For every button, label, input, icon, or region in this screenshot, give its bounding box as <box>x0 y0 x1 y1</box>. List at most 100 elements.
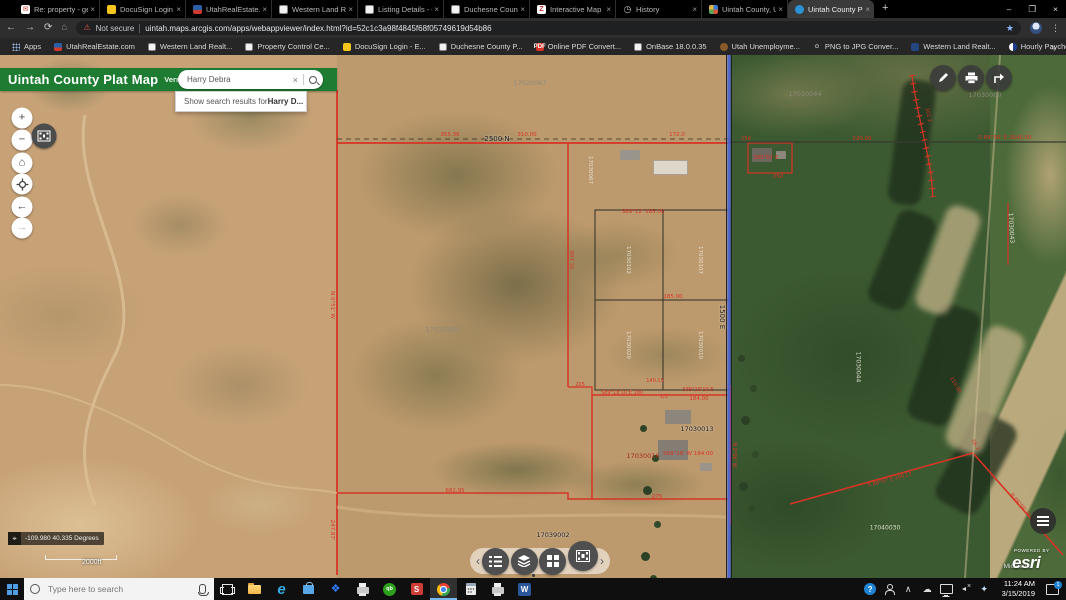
home-extent-button[interactable]: ⌂ <box>12 153 33 174</box>
previous-extent-button[interactable]: ← <box>12 197 33 218</box>
search-clear-icon[interactable]: × <box>293 75 298 85</box>
bookmark-item[interactable]: Property Control Ce... <box>245 42 330 51</box>
action-center-button[interactable]: 1 <box>1043 578 1062 600</box>
fax-printer-taskbar-icon[interactable] <box>484 578 511 600</box>
bookmark-star-icon[interactable]: ★ <box>1006 23 1014 34</box>
chrome-taskbar-icon[interactable] <box>430 578 457 600</box>
tab-close-icon[interactable]: × <box>176 5 181 14</box>
bookmark-item[interactable]: Apps <box>12 42 41 51</box>
home-icon[interactable]: ⌂ <box>61 23 67 33</box>
taskbar-search-input[interactable] <box>46 583 193 595</box>
zoom-out-button[interactable]: − <box>12 130 33 151</box>
reload-icon[interactable]: ⟳ <box>44 23 52 33</box>
layer-list-button[interactable] <box>511 548 538 575</box>
tab-close-icon[interactable]: × <box>90 5 95 14</box>
help-tray-icon[interactable]: ? <box>861 578 880 600</box>
bookmark-item[interactable]: Western Land Realt... <box>148 42 232 51</box>
map-viewport[interactable]: 1702006717010044170300002500 N355.36310.… <box>0 55 1066 578</box>
zoom-in-button[interactable]: + <box>12 108 33 129</box>
bookmark-item[interactable]: Hourly Paycheck Ca... <box>1009 42 1066 51</box>
url-text[interactable]: uintah.maps.arcgis.com/apps/webappviewer… <box>145 24 1001 33</box>
volume-muted-tray-icon[interactable] <box>956 578 975 600</box>
new-tab-button[interactable]: + <box>882 2 888 18</box>
map-label: 1500 E <box>718 305 726 329</box>
basemap-film-button[interactable] <box>568 541 598 571</box>
bookmark-item[interactable]: UtahRealEstate.com <box>54 42 135 51</box>
bookmark-item[interactable]: ✿PNG to JPG Conver... <box>813 42 898 51</box>
draw-button[interactable] <box>930 65 956 91</box>
carousel-left-icon[interactable]: ‹ <box>476 555 480 567</box>
search-suggestion[interactable]: Show search results for Harry D... <box>175 91 307 112</box>
bookmark-item[interactable]: Western Land Realt... <box>911 42 995 51</box>
address-bar[interactable]: ⚠ Not secure uintah.maps.arcgis.com/apps… <box>76 21 1021 35</box>
microphone-icon[interactable] <box>199 584 206 594</box>
browser-tab[interactable]: Duchesne County P...× <box>444 0 530 18</box>
hidden-icons-chevron-tray-icon[interactable]: ∧ <box>899 578 918 600</box>
search-icon[interactable] <box>309 76 317 84</box>
tab-close-icon[interactable]: × <box>865 5 870 14</box>
tab-close-icon[interactable]: × <box>262 5 267 14</box>
browser-tab[interactable]: UtahRealEstate.com× <box>186 0 272 18</box>
browser-tab[interactable]: DocuSign Login - E...× <box>100 0 186 18</box>
browser-tab[interactable]: Uintah County Plat...× <box>788 0 874 18</box>
my-location-button[interactable] <box>12 174 33 195</box>
print-button[interactable] <box>958 65 984 91</box>
map-search-box[interactable]: × <box>178 70 323 89</box>
taskbar-search[interactable] <box>24 578 214 600</box>
bookmarks-overflow-icon[interactable]: » <box>1051 42 1056 52</box>
tab-close-icon[interactable]: × <box>348 5 353 14</box>
printer-app-taskbar-icon[interactable] <box>349 578 376 600</box>
coordinate-crosshair-icon[interactable]: ⌖ <box>8 532 21 545</box>
calculator-taskbar-icon[interactable] <box>457 578 484 600</box>
basemap-toggle-button[interactable] <box>32 124 57 149</box>
onedrive-tray-icon[interactable]: ☁ <box>918 578 937 600</box>
file-explorer-taskbar-icon[interactable] <box>241 578 268 600</box>
basemap-gallery-button[interactable] <box>539 548 566 575</box>
microsoft-store-taskbar-icon[interactable] <box>295 578 322 600</box>
browser-tab[interactable]: ZInteractive Map× <box>530 0 616 18</box>
tab-close-icon[interactable]: × <box>692 5 697 14</box>
bookmark-item[interactable]: Utah Unemployme... <box>720 42 800 51</box>
bookmark-item[interactable]: Duchesne County P... <box>439 42 523 51</box>
dropbox-tray-tray-icon[interactable]: ✦ <box>975 578 994 600</box>
bookmark-item[interactable]: PDFOnline PDF Convert... <box>536 42 621 51</box>
forward-icon[interactable]: → <box>25 23 35 33</box>
dropbox-taskbar-icon[interactable]: ❖ <box>322 578 349 600</box>
taskbar-clock[interactable]: 11:24 AM 3/15/2019 <box>996 579 1041 599</box>
tab-close-icon[interactable]: × <box>778 5 783 14</box>
legend-button[interactable] <box>482 548 509 575</box>
browser-tab[interactable]: Uintah County, UT ...× <box>702 0 788 18</box>
browser-tab[interactable]: ◷History× <box>616 0 702 18</box>
fax-printer-icon <box>492 587 504 594</box>
profile-avatar[interactable] <box>1030 22 1042 34</box>
tab-close-icon[interactable]: × <box>606 5 611 14</box>
edge-taskbar-icon[interactable]: e <box>268 578 295 600</box>
not-secure-label[interactable]: Not secure <box>96 24 135 33</box>
directions-button[interactable] <box>986 65 1012 91</box>
people-tray-icon[interactable] <box>880 578 899 600</box>
browser-tab[interactable]: Western Land Realt...× <box>272 0 358 18</box>
history-favicon: ◷ <box>623 5 632 14</box>
browser-menu-icon[interactable]: ⋮ <box>1051 23 1060 34</box>
attribute-table-button[interactable] <box>1030 508 1056 534</box>
maximize-button[interactable]: ❐ <box>1028 4 1036 15</box>
word-taskbar-icon[interactable]: W <box>511 578 538 600</box>
tab-close-icon[interactable]: × <box>520 5 525 14</box>
network-tray-icon[interactable] <box>937 578 956 600</box>
browser-tab[interactable]: Listing Details - 66...× <box>358 0 444 18</box>
minimize-button[interactable]: – <box>1007 4 1012 14</box>
bookmark-item[interactable]: OnBase 18.0.0.35 <box>634 42 706 51</box>
quickbooks-taskbar-icon[interactable]: qb <box>376 578 403 600</box>
task-view-taskbar-icon[interactable] <box>214 578 241 600</box>
browser-tab[interactable]: ✉Re: property - gera...× <box>14 0 100 18</box>
search-input[interactable] <box>187 75 293 84</box>
tab-close-icon[interactable]: × <box>434 5 439 14</box>
map-label: 17030067 <box>587 156 593 184</box>
window-close-button[interactable]: × <box>1053 4 1058 14</box>
bookmark-item[interactable]: DocuSign Login - E... <box>343 42 426 51</box>
back-icon[interactable]: ← <box>6 23 16 33</box>
next-extent-button[interactable]: → <box>12 218 33 239</box>
carousel-right-icon[interactable]: › <box>600 555 604 567</box>
smartsheet-taskbar-icon[interactable]: S <box>403 578 430 600</box>
not-secure-warning-icon[interactable]: ⚠ <box>83 24 90 32</box>
